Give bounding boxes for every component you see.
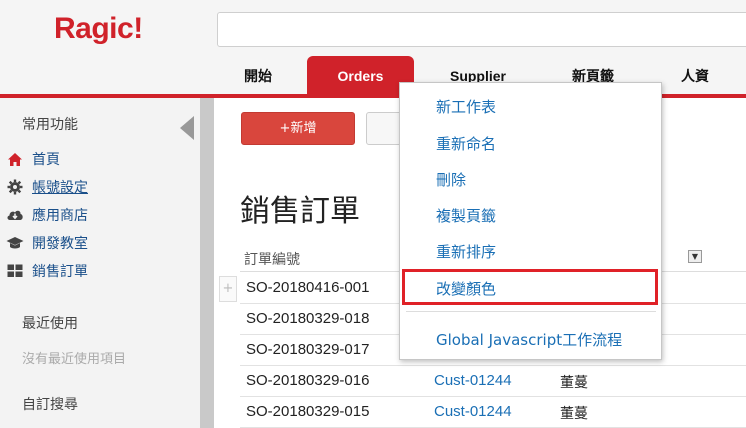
menu-item-global-javascript[interactable]: Global Javascript工作流程 xyxy=(436,329,622,350)
customer-link[interactable]: Cust-01244 xyxy=(434,372,512,389)
order-number[interactable]: SO-20180416-001 xyxy=(246,279,369,296)
menu-item-copy-tab[interactable]: 複製頁籤 xyxy=(436,205,496,226)
order-number[interactable]: SO-20180329-016 xyxy=(246,372,369,389)
home-icon xyxy=(4,150,26,168)
menu-item-new-sheet[interactable]: 新工作表 xyxy=(436,96,496,117)
sidebar: 常用功能 首頁 帳號設定 應用商店 開發教室 銷售訂單 最近使用 沒有最近使用項… xyxy=(0,98,200,428)
graduation-cap-icon xyxy=(4,234,26,252)
tab-hr[interactable]: 人資 xyxy=(666,56,724,96)
column-header-order-no[interactable]: 訂單編號 xyxy=(244,249,300,269)
menu-item-delete[interactable]: 刪除 xyxy=(436,169,466,190)
favorites-title: 常用功能 xyxy=(22,117,78,133)
gear-icon xyxy=(4,178,26,196)
custom-search-title: 自訂搜尋 xyxy=(22,397,78,413)
table-row[interactable]: SO-20180329-015 Cust-01244 董蔓 xyxy=(240,397,746,428)
customer-name: 董蔓 xyxy=(560,375,588,391)
menu-item-change-color[interactable]: 改變顏色 xyxy=(436,278,496,299)
add-new-button[interactable]: +新增 xyxy=(241,112,355,145)
tab-context-menu: 新工作表 重新命名 刪除 複製頁籤 重新排序 改變顏色 Global Javas… xyxy=(399,82,662,360)
add-row-icon[interactable]: + xyxy=(219,276,237,302)
collapse-sidebar-icon[interactable] xyxy=(180,116,194,140)
sidebar-item-label: 應用商店 xyxy=(32,208,88,224)
grid-icon xyxy=(4,262,26,280)
sidebar-item-dev-classroom[interactable]: 開發教室 xyxy=(4,232,88,254)
cloud-download-icon xyxy=(4,206,26,224)
search-input[interactable] xyxy=(217,12,746,47)
order-number[interactable]: SO-20180329-017 xyxy=(246,341,369,358)
tab-orders[interactable]: Orders xyxy=(307,56,414,96)
sidebar-item-label: 首頁 xyxy=(32,152,60,168)
tab-start[interactable]: 開始 xyxy=(222,56,294,96)
ragic-logo[interactable]: Ragic! xyxy=(54,12,143,46)
page-title: 銷售訂單 xyxy=(240,194,360,229)
sidebar-scrollbar[interactable] xyxy=(200,98,214,428)
menu-item-reorder[interactable]: 重新排序 xyxy=(436,241,496,262)
sidebar-item-sales-orders[interactable]: 銷售訂單 xyxy=(4,260,88,282)
order-number[interactable]: SO-20180329-018 xyxy=(246,310,369,327)
customer-link[interactable]: Cust-01244 xyxy=(434,403,512,420)
sidebar-item-label: 銷售訂單 xyxy=(32,264,88,280)
sidebar-item-home[interactable]: 首頁 xyxy=(4,148,60,170)
customer-name: 董蔓 xyxy=(560,406,588,422)
recent-empty-text: 沒有最近使用項目 xyxy=(22,352,127,367)
recent-title: 最近使用 xyxy=(22,316,78,332)
sidebar-item-label: 帳號設定 xyxy=(32,180,88,196)
column-dropdown-icon[interactable]: ▼ xyxy=(688,250,702,263)
sidebar-item-label: 開發教室 xyxy=(32,236,88,252)
sidebar-item-app-store[interactable]: 應用商店 xyxy=(4,204,88,226)
menu-divider xyxy=(406,311,656,312)
sidebar-item-account-settings[interactable]: 帳號設定 xyxy=(4,176,88,198)
order-number[interactable]: SO-20180329-015 xyxy=(246,403,369,420)
table-row[interactable]: SO-20180329-016 Cust-01244 董蔓 xyxy=(240,366,746,397)
menu-item-rename[interactable]: 重新命名 xyxy=(436,133,496,154)
